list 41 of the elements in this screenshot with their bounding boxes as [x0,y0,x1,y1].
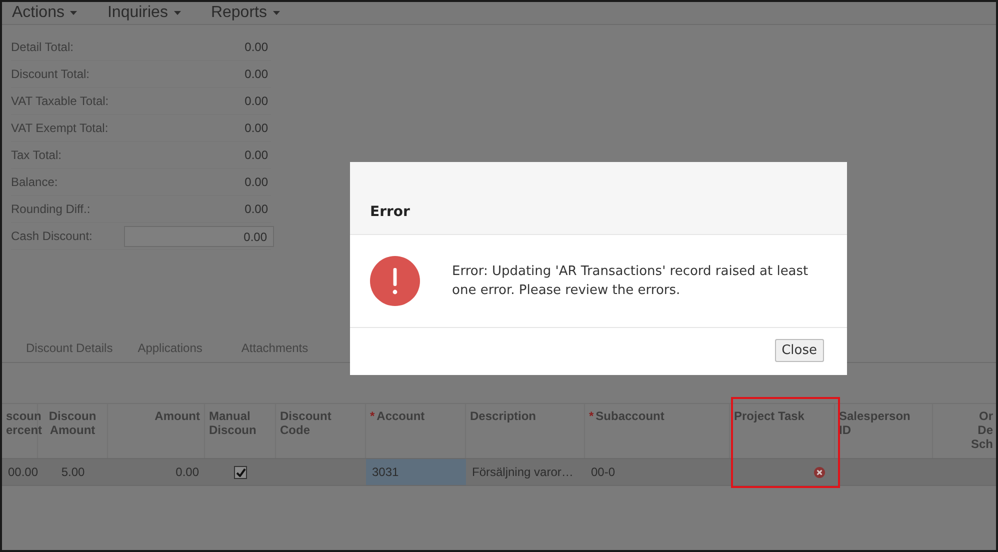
table-cell: 5.00 [38,458,108,486]
column-label: Subaccount [596,409,664,423]
field-label: Balance: [11,175,58,189]
menu-button[interactable]: Actions [12,4,78,22]
total-value: 0.00 [244,94,269,108]
field-label: Cash Discount: [11,229,92,243]
error-message: Error: Updating 'AR Transactions' record raised at least one error. Please review the errors. [452,263,810,300]
table-cell: 00.00 [2,458,38,486]
field-label: Discount Total: [11,67,90,81]
total-value: 0.00 [244,121,269,135]
table-cell: 3031 [366,458,466,486]
field-label: Tax Total: [11,148,62,162]
tab[interactable]: Applications [136,338,222,362]
total-value: 0.00 [244,148,269,162]
caret-icon [70,11,78,15]
total-value: 0.00 [244,40,269,54]
field-label: VAT Taxable Total: [11,94,109,108]
total-value: 0.00 [244,67,269,81]
tab[interactable]: Attachments [239,338,328,362]
total-value: 0.00 [244,202,269,216]
field-label: VAT Exempt Total: [11,121,108,135]
field-label: Rounding Diff.: [11,202,90,216]
tab[interactable]: Discount Details [24,338,132,362]
warning-icon [370,256,420,306]
table-cell: 0.00 [108,458,205,486]
caret-icon [174,11,181,15]
menu-button[interactable]: Reports [210,4,280,22]
error-icon [814,467,825,478]
caret-icon [272,11,280,15]
close-button[interactable]: Close [774,339,824,362]
dialog-title: Error [370,204,410,220]
table-cell: 00-0 [585,458,730,486]
input-field[interactable]: 0.00 [124,226,274,246]
column-label: Account [376,409,425,423]
total-value: 0.00 [244,175,269,189]
required-mark: * [370,409,375,423]
table-cell: Försäljning varor… [466,458,585,486]
checkbox[interactable] [234,466,247,480]
required-mark: * [589,409,594,423]
menu-button[interactable]: Inquiries [107,4,181,22]
field-label: Detail Total: [11,40,74,54]
